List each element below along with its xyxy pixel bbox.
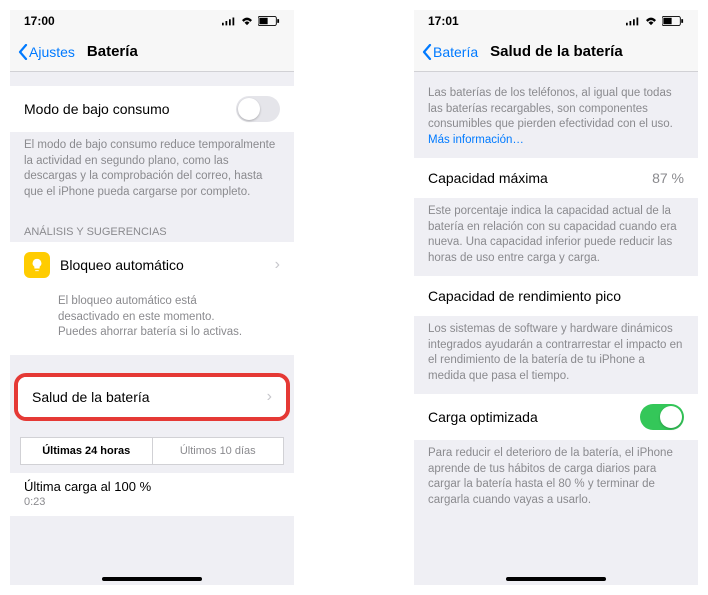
peak-performance-footer: Los sistemas de software y hardware diná… [414, 316, 698, 394]
max-capacity-label: Capacidad máxima [428, 170, 548, 186]
segment-24h[interactable]: Últimas 24 horas [21, 438, 152, 464]
suggestion-detail: El bloqueo automático está desactivado e… [10, 288, 294, 355]
battery-health-highlight: Salud de la batería › [14, 373, 290, 421]
wifi-icon [240, 16, 254, 26]
back-button[interactable]: Batería [422, 44, 478, 60]
optimized-charging-toggle[interactable] [640, 404, 684, 430]
phone-battery-settings: 17:00 Ajustes Batería Modo de bajo consu… [10, 10, 294, 585]
home-indicator[interactable] [506, 577, 606, 581]
max-capacity-row: Capacidad máxima 87 % [414, 158, 698, 198]
battery-health-row[interactable]: Salud de la batería › [18, 377, 286, 417]
back-label: Ajustes [29, 44, 75, 60]
status-indicators [222, 16, 280, 26]
back-button[interactable]: Ajustes [18, 44, 75, 60]
chevron-right-icon: › [267, 388, 272, 406]
lightbulb-icon [24, 252, 50, 278]
battery-icon [258, 16, 280, 26]
signal-icon [626, 16, 640, 26]
chevron-right-icon: › [275, 256, 280, 274]
optimized-charging-footer: Para reducir el deterioro de la batería,… [414, 440, 698, 518]
optimized-charging-row[interactable]: Carga optimizada [414, 394, 698, 440]
max-capacity-value: 87 % [652, 170, 684, 186]
content: Modo de bajo consumo El modo de bajo con… [10, 72, 294, 585]
time-range-segment[interactable]: Últimas 24 horas Últimos 10 días [20, 437, 284, 465]
phone-battery-health: 17:01 Batería Salud de la batería Las ba… [414, 10, 698, 585]
low-power-toggle[interactable] [236, 96, 280, 122]
page-title: Salud de la batería [490, 43, 623, 60]
peak-performance-row: Capacidad de rendimiento pico [414, 276, 698, 316]
peak-performance-label: Capacidad de rendimiento pico [428, 288, 621, 304]
chevron-left-icon [422, 44, 432, 60]
suggestion-row[interactable]: Bloqueo automático › [10, 242, 294, 288]
low-power-label: Modo de bajo consumo [24, 101, 170, 117]
back-label: Batería [433, 44, 478, 60]
status-bar: 17:01 [414, 10, 698, 32]
status-time: 17:01 [428, 14, 459, 28]
chevron-left-icon [18, 44, 28, 60]
status-time: 17:00 [24, 14, 55, 28]
page-title: Batería [87, 43, 138, 60]
navbar: Batería Salud de la batería [414, 32, 698, 72]
suggestion-title: Bloqueo automático [60, 257, 275, 273]
status-bar: 17:00 [10, 10, 294, 32]
analysis-header: ANÁLISIS Y SUGERENCIAS [10, 210, 294, 242]
segment-10d[interactable]: Últimos 10 días [152, 438, 284, 464]
battery-icon [662, 16, 684, 26]
status-indicators [626, 16, 684, 26]
last-charge-time: 0:23 [10, 496, 294, 516]
home-indicator[interactable] [102, 577, 202, 581]
content: Las baterías de los teléfonos, al igual … [414, 72, 698, 585]
low-power-row[interactable]: Modo de bajo consumo [10, 86, 294, 132]
intro-text: Las baterías de los teléfonos, al igual … [414, 72, 698, 158]
intro-body: Las baterías de los teléfonos, al igual … [428, 87, 673, 130]
signal-icon [222, 16, 236, 26]
optimized-charging-label: Carga optimizada [428, 409, 538, 425]
battery-health-label: Salud de la batería [32, 389, 150, 405]
low-power-footer: El modo de bajo consumo reduce temporalm… [10, 132, 294, 210]
last-charge-label: Última carga al 100 % [10, 473, 294, 496]
more-info-link[interactable]: Más información… [428, 134, 524, 146]
wifi-icon [644, 16, 658, 26]
navbar: Ajustes Batería [10, 32, 294, 72]
max-capacity-footer: Este porcentaje indica la capacidad actu… [414, 198, 698, 276]
